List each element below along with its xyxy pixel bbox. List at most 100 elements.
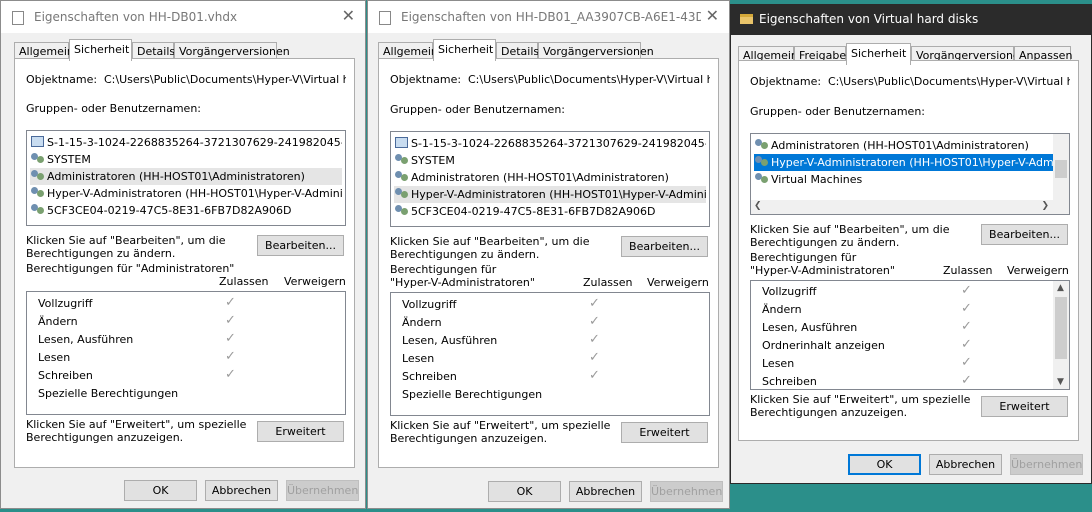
allow-header: Zulassen [583,276,633,289]
list-item[interactable]: Hyper-V-Administratoren (HH-HOST01\Hyper… [30,185,342,202]
groups-label: Gruppen- oder Benutzernamen: [26,102,202,115]
checkmark-icon: ✓ [961,337,972,352]
permission-row: Vollzugriff ✓ [27,295,345,313]
apply-button[interactable]: Übernehmen [1010,454,1083,475]
close-icon[interactable]: ✕ [706,6,719,25]
list-item[interactable]: SYSTEM [30,151,342,168]
ok-button[interactable]: OK [848,454,921,475]
scroll-thumb[interactable] [1055,297,1067,359]
folder-icon [740,14,753,24]
checkmark-icon: ✓ [225,349,236,364]
list-item[interactable]: Hyper-V-Administratoren (HH-HOST01\Hyper… [754,154,1053,171]
list-item-label: 5CF3CE04-0219-47C5-8E31-6FB7D82A906D [411,205,656,218]
list-item[interactable]: SYSTEM [394,152,706,169]
edit-hint-line1: Klicken Sie auf "Bearbeiten", um die [26,234,226,247]
user-group-icon [395,154,409,166]
title-bar[interactable]: Eigenschaften von HH-DB01_AA3907CB-A6E1-… [368,1,729,33]
deny-header: Verweigern [284,275,346,288]
security-panel: Objektname: C:\Users\Public\Documents\Hy… [738,60,1079,441]
list-item-label: Hyper-V-Administratoren (HH-HOST01\Hyper… [771,156,1053,169]
window-title: Eigenschaften von HH-DB01.vhdx [34,10,238,24]
object-name-value: C:\Users\Public\Documents\Hyper-V\Virtua… [104,73,346,86]
user-list-vertical-scrollbar[interactable] [1053,134,1069,200]
edit-button[interactable]: Bearbeiten... [981,224,1068,245]
tab-sicherheit[interactable]: Sicherheit [846,43,911,65]
list-item[interactable]: 5CF3CE04-0219-47C5-8E31-6FB7D82A906D [394,203,706,220]
advanced-button[interactable]: Erweitert [257,421,344,442]
permission-name: Lesen, Ausführen [402,334,498,347]
close-icon[interactable]: ✕ [342,6,355,25]
user-list-horizontal-scrollbar[interactable]: ❮ ❯ [751,200,1069,214]
permission-row: Ändern ✓ [751,301,1053,319]
scroll-down-icon[interactable]: ▼ [1057,377,1064,387]
advanced-button[interactable]: Erweitert [621,422,708,443]
tab-strip: Allgemein Sicherheit Details Vorgängerve… [14,39,290,61]
ok-button[interactable]: OK [488,481,561,502]
permission-name: Vollzugriff [38,297,93,310]
cancel-button[interactable]: Abbrechen [205,480,278,501]
user-list[interactable]: S-1-15-3-1024-2268835264-3721307629-2419… [26,130,346,226]
permission-row: Ändern ✓ [27,313,345,331]
list-item-label: Virtual Machines [771,173,863,186]
user-group-icon [31,170,45,182]
scroll-right-icon[interactable]: ❯ [1041,201,1049,211]
permissions-for-name: "Hyper-V-Administratoren" [390,276,535,289]
file-icon [379,11,391,25]
tab-sicherheit[interactable]: Sicherheit [69,39,132,61]
scroll-up-icon[interactable]: ▲ [1057,283,1064,293]
edit-button[interactable]: Bearbeiten... [621,236,708,257]
permission-row: Vollzugriff ✓ [751,283,1053,301]
apply-button[interactable]: Übernehmen [286,480,359,501]
user-group-icon [395,171,409,183]
allow-header: Zulassen [943,264,993,277]
list-item[interactable]: Administratoren (HH-HOST01\Administrator… [394,169,706,186]
object-name-label: Objektname: [390,73,462,86]
title-bar[interactable]: Eigenschaften von HH-DB01.vhdx ✕ [1,1,365,33]
security-panel: Objektname: C:\Users\Public\Documents\Hy… [378,58,719,468]
checkmark-icon: ✓ [961,373,972,388]
computer-icon [31,136,44,147]
user-list[interactable]: S-1-15-3-1024-2268835264-3721307629-2419… [390,131,710,227]
list-item[interactable]: Hyper-V-Administratoren (HH-HOST01\Hyper… [394,186,706,203]
apply-button[interactable]: Übernehmen [650,481,723,502]
user-list[interactable]: Administratoren (HH-HOST01\Administrator… [750,133,1070,215]
title-bar[interactable]: Eigenschaften von Virtual hard disks [731,5,1091,35]
list-item[interactable]: 5CF3CE04-0219-47C5-8E31-6FB7D82A906D [30,202,342,219]
list-item-label: Hyper-V-Administratoren (HH-HOST01\Hyper… [411,188,706,201]
permissions-vertical-scrollbar[interactable]: ▲ ▼ [1053,281,1069,389]
edit-button[interactable]: Bearbeiten... [257,235,344,256]
checkmark-icon: ✓ [961,283,972,298]
permissions-list: Vollzugriff ✓ Ändern ✓ Lesen, Ausführen ✓ L… [390,292,710,416]
permission-name: Vollzugriff [402,298,457,311]
object-name-label: Objektname: [26,73,98,86]
advanced-hint-line1: Klicken Sie auf "Erweitert", um speziell… [26,418,247,431]
ok-button[interactable]: OK [124,480,197,501]
cancel-button[interactable]: Abbrechen [929,454,1002,475]
advanced-button[interactable]: Erweitert [981,396,1068,417]
checkmark-icon: ✓ [225,367,236,382]
list-item-label: Administratoren (HH-HOST01\Administrator… [411,171,669,184]
scroll-thumb[interactable] [1055,160,1067,178]
list-item[interactable]: Administratoren (HH-HOST01\Administrator… [30,168,342,185]
list-item[interactable]: S-1-15-3-1024-2268835264-3721307629-2419… [30,134,342,151]
list-item-label: S-1-15-3-1024-2268835264-3721307629-2419… [47,136,342,149]
list-item[interactable]: Administratoren (HH-HOST01\Administrator… [754,137,1053,154]
window-title: Eigenschaften von Virtual hard disks [759,12,979,26]
advanced-hint-line2: Berechtigungen anzuzeigen. [390,432,548,445]
cancel-button[interactable]: Abbrechen [569,481,642,502]
scroll-left-icon[interactable]: ❮ [754,201,762,211]
list-item[interactable]: S-1-15-3-1024-2268835264-3721307629-2419… [394,135,706,152]
list-item-label: S-1-15-3-1024-2268835264-3721307629-2419… [411,137,706,150]
deny-header: Verweigern [1007,264,1069,277]
permission-name: Schreiben [38,369,93,382]
tab-sicherheit[interactable]: Sicherheit [433,39,496,61]
permissions-for-label: Berechtigungen für [750,251,857,264]
object-name-value: C:\Users\Public\Documents\Hyper-V\Virtua… [828,75,1070,88]
permission-name: Ändern [38,315,78,328]
list-item[interactable]: Virtual Machines [754,171,1053,188]
permission-name: Spezielle Berechtigungen [402,388,543,401]
edit-hint-line2: Berechtigungen zu ändern. [26,247,176,260]
user-group-icon [31,204,45,216]
properties-window-hh-db01: Eigenschaften von HH-DB01.vhdx ✕ Allgeme… [0,0,366,509]
list-item-label: SYSTEM [411,154,455,167]
